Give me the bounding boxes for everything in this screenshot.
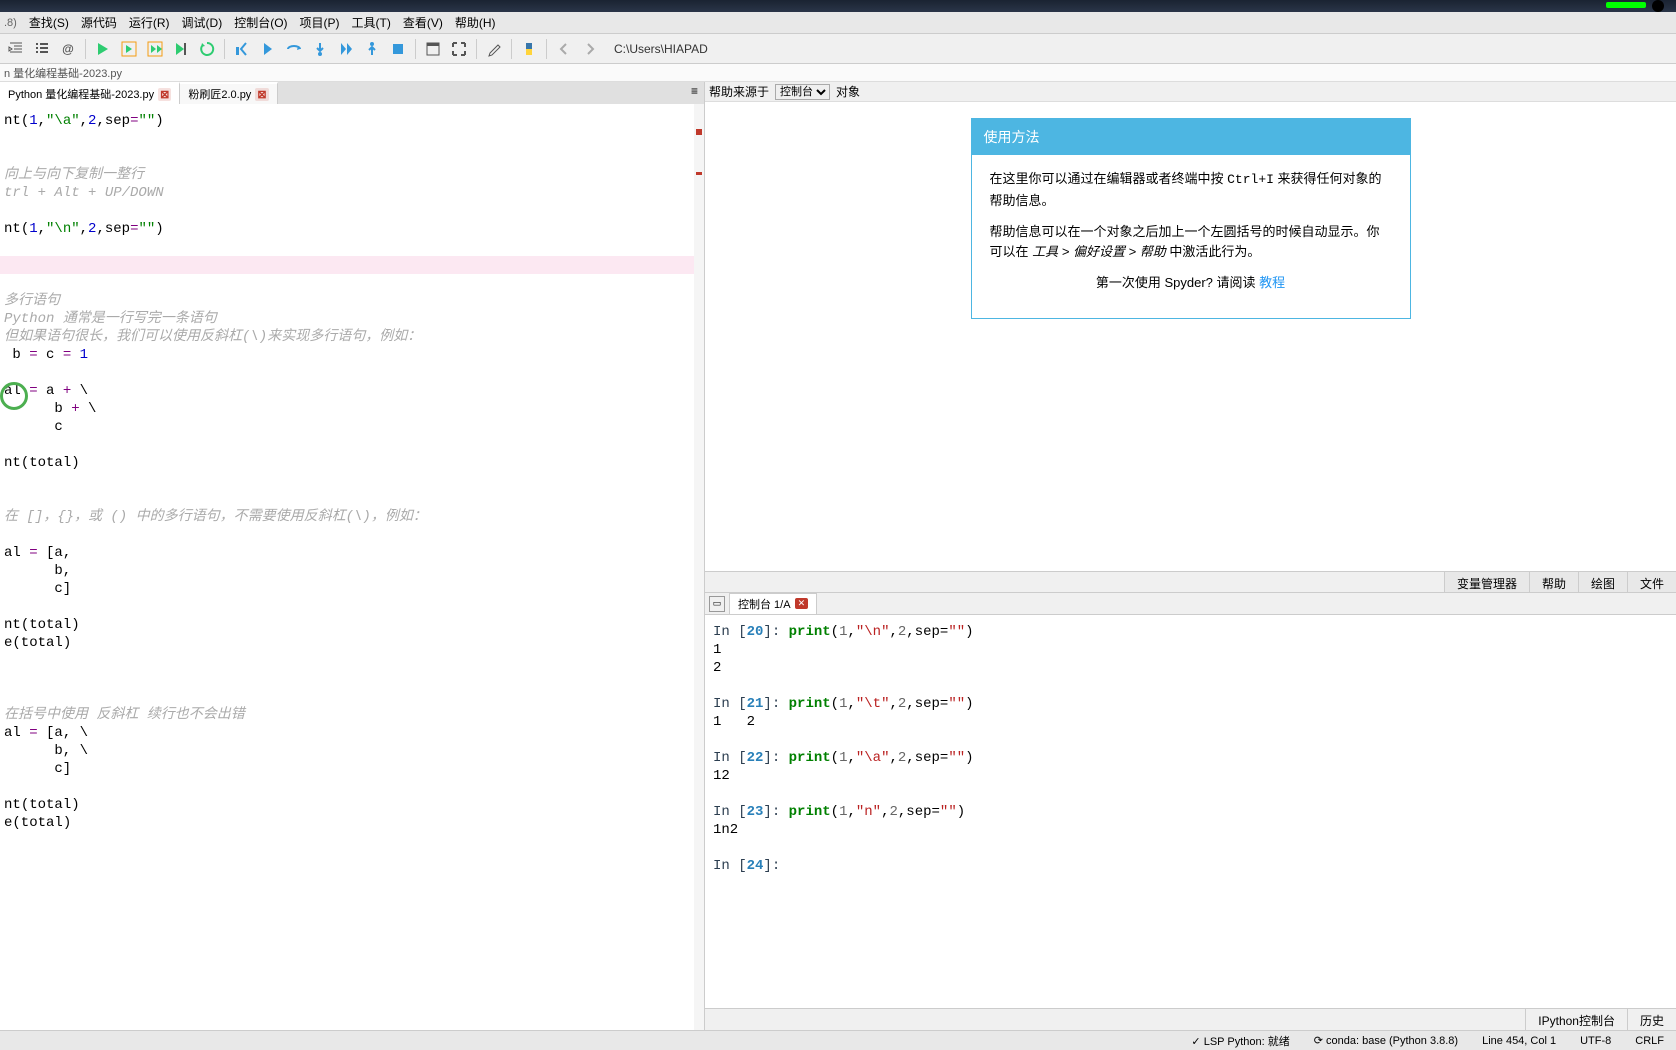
toolbar-run-cell-advance-icon[interactable]	[143, 37, 167, 61]
statusbar: ✓ LSP Python: 就绪 ⟳ conda: base (Python 3…	[0, 1030, 1676, 1050]
status-position: Line 454, Col 1	[1478, 1035, 1560, 1047]
toolbar-run-selection-icon[interactable]	[169, 37, 193, 61]
console-tabs: ▭ 控制台 1/A ✕	[705, 593, 1676, 615]
help-source-label: 帮助来源于	[709, 83, 769, 100]
console-pane: ▭ 控制台 1/A ✕ In [20]: print(1,"\n",2,sep=…	[705, 593, 1676, 1030]
title-fragment: .8)	[4, 17, 23, 29]
tab-ipython-console[interactable]: IPython控制台	[1525, 1009, 1627, 1030]
menu-find[interactable]: 查找(S)	[23, 12, 75, 33]
close-icon[interactable]: ⊠	[158, 88, 171, 101]
toolbar-unindent-icon[interactable]	[4, 37, 28, 61]
menu-tools[interactable]: 工具(T)	[346, 12, 397, 33]
help-box-title: 使用方法	[972, 119, 1410, 155]
toolbar-run-cell-icon[interactable]	[117, 37, 141, 61]
menu-run[interactable]: 运行(R)	[123, 12, 176, 33]
help-text-1: 在这里你可以通过在编辑器或者终端中按 Ctrl+I 来获得任何对象的帮助信息。	[990, 169, 1392, 212]
progress-indicator	[1606, 2, 1646, 8]
tab-history[interactable]: 历史	[1627, 1009, 1676, 1030]
tab-options-icon[interactable]: ≡	[685, 82, 704, 104]
help-header: 帮助来源于 控制台 对象	[705, 82, 1676, 102]
help-footer: 第一次使用 Spyder? 请阅读 教程	[990, 273, 1392, 294]
menu-source[interactable]: 源代码	[75, 12, 123, 33]
window-dot	[1652, 0, 1664, 12]
help-pane-tabs: 变量管理器 帮助 绘图 文件	[705, 571, 1676, 593]
toolbar-debug-step-in-icon[interactable]	[308, 37, 332, 61]
toolbar-debug-step-over-icon[interactable]	[282, 37, 306, 61]
toolbar-debug-stop-icon[interactable]	[386, 37, 410, 61]
console-output[interactable]: In [20]: print(1,"\n",2,sep="")12 In [21…	[705, 615, 1676, 1008]
tab-help[interactable]: 帮助	[1529, 572, 1578, 592]
tab-label: 粉刷匠2.0.py	[188, 86, 251, 102]
status-conda[interactable]: ⟳ conda: base (Python 3.8.8)	[1310, 1034, 1462, 1047]
window-titlebar	[0, 0, 1676, 12]
editor-tabs: Python 量化编程基础-2023.py ⊠ 粉刷匠2.0.py ⊠ ≡	[0, 82, 704, 104]
toolbar-maximize-icon[interactable]	[421, 37, 445, 61]
menu-project[interactable]: 项目(P)	[294, 12, 346, 33]
menu-help[interactable]: 帮助(H)	[449, 12, 502, 33]
toolbar-back-icon[interactable]	[552, 37, 576, 61]
toolbar-debug-step-icon[interactable]	[230, 37, 254, 61]
tutorial-link[interactable]: 教程	[1259, 275, 1285, 290]
status-encoding: UTF-8	[1576, 1035, 1615, 1047]
tab-files[interactable]: 文件	[1627, 572, 1676, 592]
tab-file-2[interactable]: 粉刷匠2.0.py ⊠	[180, 82, 277, 104]
right-pane: 帮助来源于 控制台 对象 使用方法 在这里你可以通过在编辑器或者终端中按 Ctr…	[705, 82, 1676, 1030]
toolbar-rerun-icon[interactable]	[195, 37, 219, 61]
toolbar-python-icon[interactable]	[517, 37, 541, 61]
breadcrumb: n 量化编程基础-2023.py	[0, 64, 1676, 82]
tab-variable-explorer[interactable]: 变量管理器	[1444, 572, 1529, 592]
close-icon[interactable]: ✕	[795, 598, 809, 609]
menu-console[interactable]: 控制台(O)	[228, 12, 293, 33]
toolbar-preferences-icon[interactable]	[482, 37, 506, 61]
toolbar-debug-run-icon[interactable]	[256, 37, 280, 61]
toolbar-run-icon[interactable]	[91, 37, 115, 61]
console-bottom-tabs: IPython控制台 历史	[705, 1008, 1676, 1030]
help-object-label: 对象	[836, 83, 860, 100]
tab-file-1[interactable]: Python 量化编程基础-2023.py ⊠	[0, 82, 180, 104]
close-icon[interactable]: ⊠	[255, 88, 268, 101]
console-tab-1[interactable]: 控制台 1/A ✕	[729, 593, 817, 615]
menu-debug[interactable]: 调试(D)	[176, 12, 229, 33]
toolbar: @ C:\Users\HIAPAD	[0, 34, 1676, 64]
help-text-2: 帮助信息可以在一个对象之后加上一个左圆括号的时候自动显示。你可以在 工具 > 偏…	[990, 222, 1392, 264]
toolbar-forward-icon[interactable]	[578, 37, 602, 61]
console-expand-icon[interactable]: ▭	[709, 596, 725, 612]
tab-label: Python 量化编程基础-2023.py	[8, 86, 154, 102]
help-box: 使用方法 在这里你可以通过在编辑器或者终端中按 Ctrl+I 来获得任何对象的帮…	[971, 118, 1411, 319]
help-pane: 使用方法 在这里你可以通过在编辑器或者终端中按 Ctrl+I 来获得任何对象的帮…	[705, 102, 1676, 571]
tab-plot[interactable]: 绘图	[1578, 572, 1627, 592]
status-lsp: ✓ LSP Python: 就绪	[1187, 1033, 1293, 1049]
editor-pane: Python 量化编程基础-2023.py ⊠ 粉刷匠2.0.py ⊠ ≡ nt…	[0, 82, 705, 1030]
editor-gutter[interactable]	[694, 104, 704, 1030]
toolbar-fullscreen-icon[interactable]	[447, 37, 471, 61]
toolbar-at-icon[interactable]: @	[56, 37, 80, 61]
menu-view[interactable]: 查看(V)	[397, 12, 449, 33]
code-editor[interactable]: nt(1,"\a",2,sep="") 向上与向下复制一整行 trl + Alt…	[0, 104, 704, 1030]
toolbar-debug-continue-icon[interactable]	[334, 37, 358, 61]
help-source-select[interactable]: 控制台	[775, 84, 830, 100]
toolbar-debug-step-out-icon[interactable]	[360, 37, 384, 61]
status-eol: CRLF	[1631, 1035, 1668, 1047]
toolbar-list-icon[interactable]	[30, 37, 54, 61]
menubar: .8) 查找(S) 源代码 运行(R) 调试(D) 控制台(O) 项目(P) 工…	[0, 12, 1676, 34]
working-directory-path[interactable]: C:\Users\HIAPAD	[614, 42, 708, 56]
console-tab-label: 控制台 1/A	[738, 596, 791, 612]
